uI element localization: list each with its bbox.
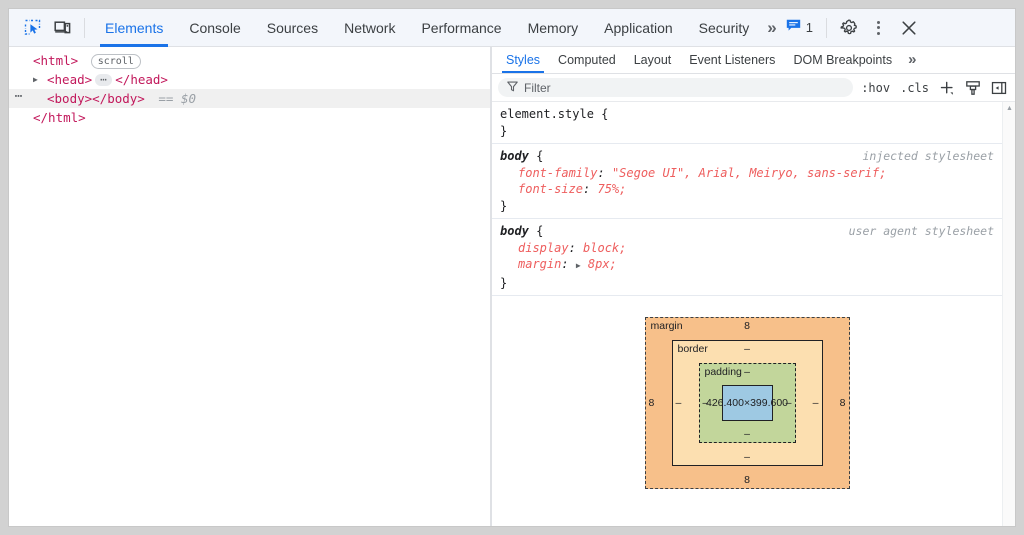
css-selector[interactable]: body bbox=[500, 224, 529, 238]
box-model-border[interactable]: border – – – – padding – – – – 426.400×3… bbox=[671, 340, 823, 466]
stylesheet-origin: injected stylesheet bbox=[862, 149, 994, 163]
expand-arrow-icon[interactable]: ▶ bbox=[33, 70, 43, 89]
styles-panel: Styles Computed Layout Event Listeners D… bbox=[492, 47, 1015, 526]
dom-row-body[interactable]: ⋯ <body></body> == $0 bbox=[9, 89, 490, 108]
rule-close-brace: } bbox=[500, 198, 508, 213]
css-property[interactable]: margin bbox=[518, 257, 561, 271]
dom-tree-panel[interactable]: <html> scroll ▶ <head> ⋯ </head> ⋯ <body><… bbox=[9, 47, 490, 526]
kebab-menu-icon[interactable] bbox=[864, 13, 894, 43]
styles-tabbar: Styles Computed Layout Event Listeners D… bbox=[492, 47, 1015, 74]
plus-icon[interactable] bbox=[937, 78, 957, 98]
tab-network[interactable]: Network bbox=[331, 9, 408, 47]
tab-computed[interactable]: Computed bbox=[549, 47, 625, 73]
tab-dom-breakpoints[interactable]: DOM Breakpoints bbox=[784, 47, 901, 73]
rule-close-brace: } bbox=[500, 123, 508, 138]
class-editor-button[interactable]: .cls bbox=[898, 81, 931, 95]
devtools-window: Elements Console Sources Network Perform… bbox=[8, 8, 1016, 527]
css-selector[interactable]: element.style bbox=[500, 107, 594, 121]
padding-bottom-value[interactable]: – bbox=[700, 428, 795, 440]
issues-icon bbox=[786, 19, 801, 37]
css-property[interactable]: font-size bbox=[518, 182, 583, 196]
css-property[interactable]: display bbox=[518, 241, 569, 255]
css-value[interactable]: block; bbox=[583, 241, 626, 255]
margin-left-value[interactable]: 8 bbox=[649, 397, 655, 409]
tab-application[interactable]: Application bbox=[591, 9, 686, 47]
margin-bottom-value[interactable]: 8 bbox=[646, 474, 849, 486]
content-size-value[interactable]: 426.400×399.600 bbox=[706, 397, 788, 409]
css-property[interactable]: font-family bbox=[518, 166, 597, 180]
toolbar-divider bbox=[84, 17, 85, 38]
margin-top-value[interactable]: 8 bbox=[646, 320, 849, 332]
tab-performance[interactable]: Performance bbox=[408, 9, 514, 47]
inspect-element-icon[interactable] bbox=[17, 13, 47, 43]
border-right-value[interactable]: – bbox=[813, 397, 819, 409]
computed-sidebar-icon[interactable] bbox=[989, 78, 1009, 98]
gear-icon[interactable] bbox=[834, 13, 864, 43]
tab-console[interactable]: Console bbox=[176, 9, 253, 47]
tab-memory[interactable]: Memory bbox=[515, 9, 592, 47]
more-options-icon[interactable]: ⋯ bbox=[11, 89, 27, 105]
box-model-margin[interactable]: margin 8 8 8 8 border – – – – padding – … bbox=[644, 317, 850, 489]
stylesheet-origin: user agent stylesheet bbox=[848, 224, 994, 238]
issues-count: 1 bbox=[805, 20, 813, 35]
tab-styles[interactable]: Styles bbox=[497, 47, 549, 73]
styles-more-tabs-button[interactable]: » bbox=[901, 47, 921, 73]
styles-scrollbar[interactable]: ▲ bbox=[1002, 102, 1015, 526]
css-declaration[interactable]: margin: ▶ 8px; bbox=[500, 256, 994, 275]
devtools-toolbar: Elements Console Sources Network Perform… bbox=[9, 9, 1015, 47]
dom-tag-html-close: </html> bbox=[33, 110, 86, 125]
tab-sources[interactable]: Sources bbox=[254, 9, 331, 47]
styles-filter-bar: Filter :hov .cls bbox=[492, 74, 1015, 102]
border-left-value[interactable]: – bbox=[676, 397, 682, 409]
console-reference: == $0 bbox=[158, 91, 197, 106]
tab-security[interactable]: Security bbox=[686, 9, 763, 47]
border-top-value[interactable]: – bbox=[673, 343, 822, 355]
tab-elements[interactable]: Elements bbox=[92, 9, 176, 47]
css-declaration[interactable]: font-family: "Segoe UI", Arial, Meiryo, … bbox=[500, 165, 994, 182]
border-bottom-value[interactable]: – bbox=[673, 451, 822, 463]
paintbrush-icon[interactable] bbox=[963, 78, 983, 98]
padding-top-value[interactable]: – bbox=[700, 366, 795, 378]
close-icon[interactable] bbox=[894, 13, 924, 43]
dom-tag-head-open: <head> bbox=[47, 72, 93, 87]
dom-row-head[interactable]: ▶ <head> ⋯ </head> bbox=[9, 70, 490, 89]
filter-funnel-icon bbox=[507, 81, 518, 95]
toolbar-divider-2 bbox=[825, 17, 827, 38]
css-rule-element-style[interactable]: element.style { } bbox=[492, 102, 1002, 144]
dom-row-html-close[interactable]: </html> bbox=[9, 108, 490, 127]
collapsed-children-icon[interactable]: ⋯ bbox=[95, 74, 113, 86]
css-rule-body-useragent[interactable]: user agent stylesheet body { display: bl… bbox=[492, 219, 1002, 296]
margin-right-value[interactable]: 8 bbox=[840, 397, 846, 409]
value-expander-icon[interactable]: ▶ bbox=[576, 261, 581, 270]
css-declaration[interactable]: font-size: 75%; bbox=[500, 181, 994, 198]
search-input-placeholder: Filter bbox=[524, 80, 551, 95]
tab-event-listeners[interactable]: Event Listeners bbox=[680, 47, 784, 73]
dom-tag-body: <body></body> bbox=[47, 91, 145, 106]
tab-layout[interactable]: Layout bbox=[625, 47, 681, 73]
box-model-content[interactable]: 426.400×399.600 bbox=[706, 385, 788, 421]
css-declaration[interactable]: display: block; bbox=[500, 240, 994, 257]
css-value[interactable]: "Segoe UI", Arial, Meiryo, sans-serif; bbox=[612, 166, 887, 180]
rule-close-brace: } bbox=[500, 275, 508, 290]
css-selector[interactable]: body bbox=[500, 149, 529, 163]
scroll-badge: scroll bbox=[90, 53, 141, 69]
box-model-diagram: margin 8 8 8 8 border – – – – padding – … bbox=[492, 317, 1002, 489]
dom-tag-head-close: </head> bbox=[115, 72, 168, 87]
issues-indicator[interactable]: 1 bbox=[780, 19, 819, 37]
device-toolbar-icon[interactable] bbox=[47, 13, 77, 43]
scroll-up-arrow-icon[interactable]: ▲ bbox=[1003, 102, 1015, 115]
css-value[interactable]: 75%; bbox=[597, 182, 626, 196]
rule-header: element.style { bbox=[500, 107, 609, 121]
box-model-padding[interactable]: padding – – – – 426.400×399.600 bbox=[698, 363, 796, 443]
css-value[interactable]: 8px; bbox=[588, 257, 617, 271]
more-tabs-button[interactable]: » bbox=[762, 18, 779, 38]
search-input[interactable]: Filter bbox=[498, 78, 854, 97]
css-rule-body-injected[interactable]: injected stylesheet body { font-family: … bbox=[492, 144, 1002, 219]
dom-tag-html: <html> bbox=[33, 53, 79, 68]
hover-state-button[interactable]: :hov bbox=[859, 81, 892, 95]
dom-row-html-open[interactable]: <html> scroll bbox=[9, 47, 490, 70]
